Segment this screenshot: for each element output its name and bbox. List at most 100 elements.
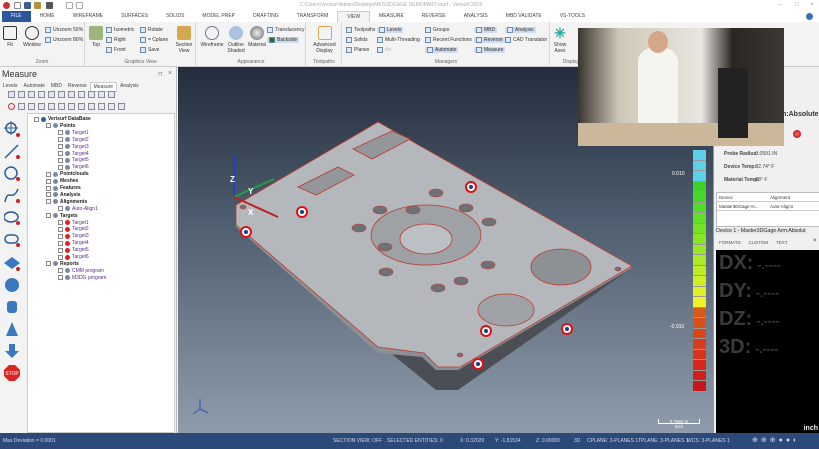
tab-drafting[interactable]: DRAFTING <box>244 11 288 22</box>
wcs-status[interactable]: WCS: 3-PLANES 1 <box>687 438 730 444</box>
tree-node[interactable]: Pointclouds <box>46 171 89 177</box>
save-view-button[interactable]: Save <box>140 47 159 53</box>
tree-node[interactable]: CMM program <box>58 268 104 274</box>
table-row[interactable]: Master3DGage Ar... Auto-Align1 <box>717 202 819 211</box>
manager-groups[interactable]: Groups <box>425 27 449 33</box>
cplane-status[interactable]: CPLANE: 3-PLANES 1 <box>587 438 638 444</box>
tree-node[interactable]: Features <box>46 185 81 191</box>
cone-tool-icon[interactable] <box>4 321 20 337</box>
tool-icon[interactable] <box>98 103 105 110</box>
tree-node[interactable]: Target3 <box>58 233 89 239</box>
tool-icon[interactable] <box>68 103 75 110</box>
tool-icon[interactable] <box>68 91 75 98</box>
tool-icon[interactable] <box>48 103 55 110</box>
tool-icon[interactable] <box>48 91 55 98</box>
manager-mbd[interactable]: MBD <box>474 27 498 33</box>
manager-art[interactable]: Art <box>377 47 391 53</box>
section-view-button[interactable]: Section View <box>174 26 194 54</box>
tree-node[interactable]: Targets <box>46 213 78 219</box>
maximize-button[interactable]: □ <box>795 2 799 8</box>
wireframe-button[interactable]: Wireframe <box>200 26 224 48</box>
column-header-alignment[interactable]: Alignment <box>768 195 819 200</box>
tree-node[interactable]: Target5 <box>58 157 89 163</box>
cplane-button[interactable]: = Cplane <box>140 37 168 43</box>
tree-node[interactable]: Target1 <box>58 130 89 136</box>
new-icon[interactable] <box>14 2 21 9</box>
tab-solids[interactable]: SOLIDS <box>157 11 193 22</box>
tab-analysis[interactable]: ANALYSIS <box>455 11 497 22</box>
close-panel-button[interactable]: × <box>168 70 172 77</box>
manager-toolpaths[interactable]: Toolpaths <box>346 27 375 33</box>
section-view-status[interactable]: SECTION VIEW: OFF <box>333 438 382 444</box>
checkbox[interactable] <box>58 240 63 246</box>
tool-icon[interactable] <box>38 103 45 110</box>
manager-measure[interactable]: Measure <box>474 47 506 53</box>
tool-icon[interactable] <box>58 91 65 98</box>
tab-mbd-validate[interactable]: MBD VALIDATE <box>497 11 551 22</box>
checkbox[interactable] <box>58 247 63 253</box>
material-button[interactable]: Material <box>247 26 267 48</box>
point-tool-icon[interactable] <box>4 121 20 137</box>
stop-icon[interactable]: STOP <box>4 365 20 381</box>
tool-icon[interactable] <box>78 91 85 98</box>
tool-icon[interactable] <box>88 91 95 98</box>
tab-home[interactable]: HOME <box>31 11 64 22</box>
translucency-button[interactable]: Translucency <box>267 27 305 33</box>
checkbox[interactable] <box>46 178 51 184</box>
tool-icon[interactable] <box>108 103 115 110</box>
checkbox[interactable] <box>58 206 63 212</box>
checkbox[interactable] <box>58 220 63 225</box>
manager-analysis[interactable]: Analysis <box>505 27 536 33</box>
unzoom-80-button[interactable]: Unzoom 80% <box>45 37 83 43</box>
tab-measure[interactable]: MEASURE <box>370 11 413 22</box>
tab-reverse[interactable]: REVERSE <box>413 11 455 22</box>
tree-node[interactable]: Target2 <box>58 137 89 143</box>
checkbox[interactable] <box>58 157 63 163</box>
front-view-button[interactable]: Front <box>106 47 126 53</box>
outline-shaded-button[interactable]: Outline Shaded <box>224 26 248 54</box>
checkbox[interactable] <box>58 254 63 260</box>
checkbox[interactable] <box>58 268 63 274</box>
checkbox[interactable] <box>58 137 63 143</box>
manager-automate[interactable]: Automate <box>425 47 459 53</box>
manager-cad-translator[interactable]: CAD Translator <box>505 37 547 43</box>
tool-icon[interactable] <box>78 103 85 110</box>
checkbox[interactable] <box>58 164 63 170</box>
checkbox[interactable] <box>46 261 51 267</box>
checkbox[interactable] <box>58 151 63 156</box>
tplane-status[interactable]: TPLANE: 3-PLANES 1 <box>638 438 689 444</box>
open-icon[interactable] <box>34 2 41 9</box>
isometric-button[interactable]: Isometric <box>106 27 134 33</box>
tool-icon[interactable] <box>108 91 115 98</box>
tab-wireframe[interactable]: WIREFRAME <box>64 11 113 22</box>
fit-button[interactable]: Fit <box>3 26 17 48</box>
manager-recent-functions[interactable]: Recent Functions <box>425 37 472 43</box>
print-icon[interactable] <box>46 2 53 9</box>
plane-tool-icon[interactable] <box>4 255 20 271</box>
checkbox[interactable] <box>58 233 63 239</box>
tool-icon[interactable] <box>18 103 25 110</box>
pin-icon[interactable]: ⊓ <box>158 71 163 78</box>
tab-transform[interactable]: TRANSFORM <box>288 11 338 22</box>
checkbox[interactable] <box>46 213 51 219</box>
cylinder-tool-icon[interactable] <box>4 299 20 315</box>
tab-file[interactable]: FILE <box>2 11 31 22</box>
minimize-button[interactable]: – <box>778 2 781 8</box>
tab-model-prep[interactable]: MODEL PREP <box>193 11 244 22</box>
checkbox[interactable] <box>58 144 63 150</box>
tool-icon[interactable] <box>28 91 35 98</box>
tree-node[interactable]: Analysis <box>46 192 81 198</box>
view-mode[interactable]: 3D <box>574 438 580 444</box>
circle-tool-icon[interactable] <box>4 165 20 181</box>
tree-node[interactable]: Reports <box>46 261 79 267</box>
tree-node[interactable]: Points <box>46 123 75 129</box>
tree-node[interactable]: Target3 <box>58 144 89 150</box>
tool-icon[interactable] <box>88 103 95 110</box>
tab-view[interactable]: VIEW <box>337 11 371 22</box>
checkbox[interactable] <box>34 116 39 122</box>
tool-icon[interactable] <box>28 103 35 110</box>
tree-node[interactable]: Target4 <box>58 151 89 157</box>
checkbox[interactable] <box>46 185 51 191</box>
show-axes-button[interactable]: ✳ Show Axes <box>551 26 569 54</box>
checkbox[interactable] <box>46 123 51 129</box>
